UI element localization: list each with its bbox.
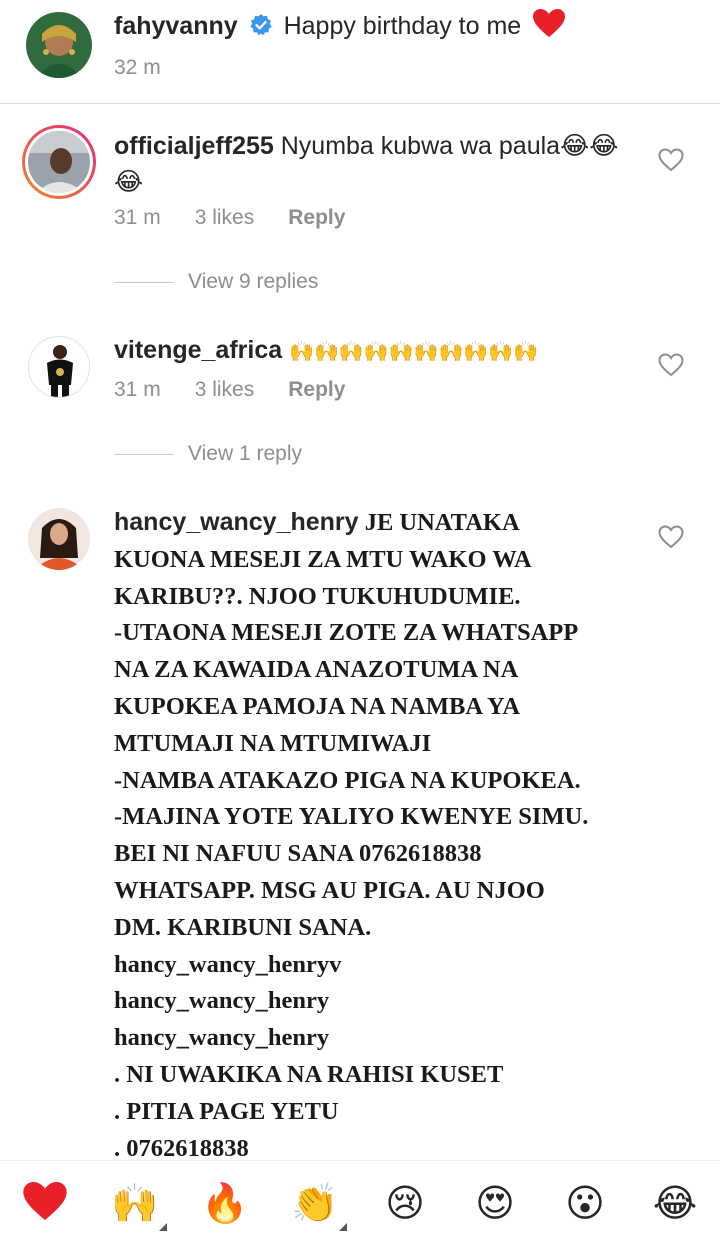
caption: fahyvanny Happy birthday to me xyxy=(114,8,704,48)
caption-avatar[interactable] xyxy=(26,12,92,78)
caption-meta: 32 m xyxy=(114,56,161,80)
officialjeff255-avatar[interactable] xyxy=(22,125,96,199)
comment-line: -NAMBA ATAKAZO PIGA NA KUPOKEA. xyxy=(114,766,581,794)
caption-text: Happy birthday to me xyxy=(283,12,522,40)
comment-officialjeff255: officialjeff255 Nyumba kubwa wa paula😂😂😂 xyxy=(114,128,644,200)
like-heart-icon[interactable] xyxy=(658,525,684,549)
spam-first-line: hancy_wancy_henry JE UNATAKA xyxy=(114,504,654,542)
comment-hancy_wancy_henry: hancy_wancy_henry JE UNATAKA KUONA MESEJ… xyxy=(114,504,654,1167)
comment-line: KUONA MESEJI ZA MTU WAKO WA xyxy=(114,545,532,573)
crying-face-icon: 😢 xyxy=(385,1181,425,1225)
reaction-crying-button[interactable]: 😢 xyxy=(381,1179,429,1227)
heart-eyes-icon: 😍 xyxy=(475,1181,515,1225)
hancy_wancy_henry-avatar[interactable] xyxy=(28,508,90,570)
view-replies-line xyxy=(114,281,174,283)
comment-line: DM. KARIBUNI SANA. xyxy=(114,913,372,941)
comment-username[interactable]: vitenge_africa xyxy=(114,336,282,364)
comment-line: BEI NI NAFUU SANA 0762618838 xyxy=(114,840,482,868)
comment-line: -UTAONA MESEJI ZOTE ZA WHATSAPP xyxy=(114,619,579,647)
comment-line: KUPOKEA PAMOJA NA NAMBA YA xyxy=(114,692,521,720)
comment-meta: 31 m 3 likes Reply xyxy=(114,206,345,230)
reaction-clapping-button[interactable]: 👏 xyxy=(291,1179,347,1231)
comment-line: KARIBU??. NJOO TUKUHUDUMIE. xyxy=(114,582,521,610)
reaction-fire-button[interactable]: 🔥 xyxy=(201,1179,249,1227)
reaction-heart-eyes-button[interactable]: 😍 xyxy=(471,1179,519,1227)
comment-meta: 31 m 3 likes Reply xyxy=(114,378,345,402)
more-variants-icon xyxy=(339,1223,347,1231)
comment-line: . NI UWAKIKA NA RAHISI KUSET xyxy=(114,1060,504,1088)
vitenge_africa-avatar[interactable] xyxy=(28,336,90,398)
verified-badge-icon xyxy=(249,11,273,47)
clapping-hands-icon: 👏 xyxy=(291,1180,339,1225)
red-heart-icon xyxy=(532,8,566,48)
comment-likes[interactable]: 3 likes xyxy=(195,378,255,402)
view-replies-line xyxy=(114,453,174,455)
heart-icon xyxy=(22,1180,68,1227)
comment-line: hancy_wancy_henryv xyxy=(114,950,342,978)
reaction-raising-hands-button[interactable]: 🙌 xyxy=(111,1179,167,1231)
like-heart-icon[interactable] xyxy=(658,148,684,172)
comment-username[interactable]: hancy_wancy_henry xyxy=(114,508,359,536)
raising-hands-emojis: 🙌🙌🙌🙌🙌🙌🙌🙌🙌🙌 xyxy=(289,339,539,363)
comment-line: WHATSAPP. MSG AU PIGA. AU NJOO xyxy=(114,876,545,904)
comment-line: MTUMAJI NA MTUMIWAJI xyxy=(114,729,432,757)
reply-button[interactable]: Reply xyxy=(288,206,345,230)
more-variants-icon xyxy=(159,1223,167,1231)
surprised-face-icon: 😮 xyxy=(565,1181,605,1225)
like-heart-icon[interactable] xyxy=(658,353,684,377)
comment-line: NA ZA KAWAIDA ANAZOTUMA NA xyxy=(114,656,519,684)
reaction-tears-of-joy-button[interactable]: 😂 xyxy=(651,1179,699,1227)
reply-button[interactable]: Reply xyxy=(288,378,345,402)
comment-line: JE UNATAKA xyxy=(364,509,520,536)
comment-line: hancy_wancy_henry xyxy=(114,1024,330,1052)
comment-time: 31 m xyxy=(114,378,161,401)
fire-icon: 🔥 xyxy=(201,1180,249,1225)
comment-line: . PITIA PAGE YETU xyxy=(114,1097,339,1125)
view-replies-button[interactable]: View 9 replies xyxy=(114,270,318,294)
quick-reaction-bar: 🙌 🔥 👏 😢 😍 😮 😂 xyxy=(0,1160,720,1242)
reaction-surprised-button[interactable]: 😮 xyxy=(561,1179,609,1227)
comment-text: Nyumba kubwa wa paula xyxy=(280,132,561,160)
caption-time: 32 m xyxy=(114,56,161,79)
comment-line: -MAJINA YOTE YALIYO KWENYE SIMU. xyxy=(114,803,589,831)
comment-vitenge_africa: vitenge_africa 🙌🙌🙌🙌🙌🙌🙌🙌🙌🙌 xyxy=(114,332,674,369)
view-replies-label: View 1 reply xyxy=(188,442,303,465)
caption-divider xyxy=(0,103,720,104)
comment-username[interactable]: officialjeff255 xyxy=(114,132,274,160)
view-replies-label: View 9 replies xyxy=(188,270,319,293)
tears-of-joy-icon: 😂 xyxy=(652,1181,698,1225)
view-replies-button[interactable]: View 1 reply xyxy=(114,442,302,466)
comment-line: hancy_wancy_henry xyxy=(114,987,330,1015)
caption-username[interactable]: fahyvanny xyxy=(114,12,238,40)
comment-time: 31 m xyxy=(114,206,161,229)
comment-likes[interactable]: 3 likes xyxy=(195,206,255,230)
raising-hands-icon: 🙌 xyxy=(111,1180,159,1225)
reaction-heart-button[interactable] xyxy=(21,1179,69,1227)
